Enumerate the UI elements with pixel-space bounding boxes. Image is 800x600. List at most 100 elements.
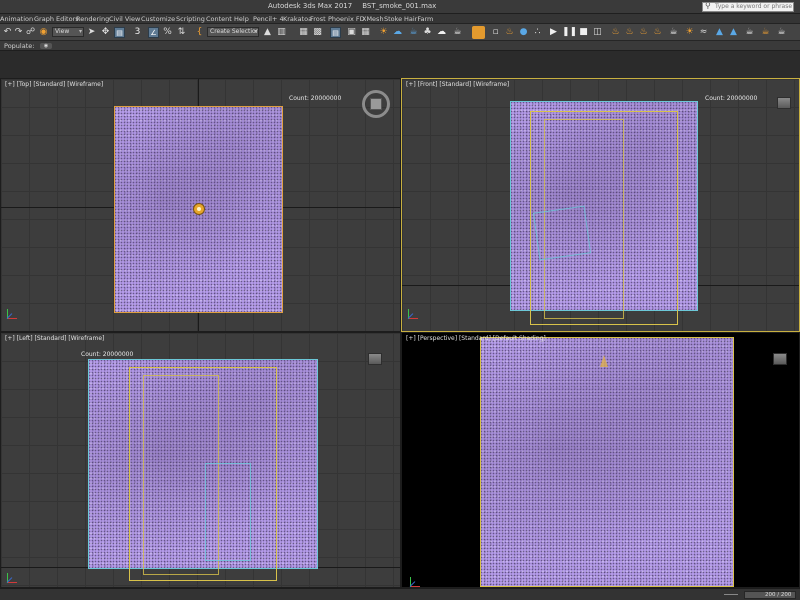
- particle-count: Count: 20000000: [81, 351, 134, 358]
- collision-object[interactable]: [205, 463, 251, 561]
- viewport-top[interactable]: [+] [Top] [Standard] [Wireframe] Count: …: [0, 78, 401, 332]
- collision-object[interactable]: [532, 205, 592, 261]
- candle-preset-icon[interactable]: ♨: [652, 27, 663, 38]
- viewport-label[interactable]: [+] [Perspective] [Standard] [Default Sh…: [406, 335, 546, 342]
- viewport-perspective[interactable]: [+] [Perspective] [Standard] [Default Sh…: [401, 332, 800, 588]
- menu-item-help[interactable]: Help: [234, 15, 249, 23]
- schematic-view-icon[interactable]: ▣: [346, 27, 357, 38]
- viewport-label[interactable]: [+] [Top] [Standard] [Wireframe]: [5, 81, 103, 88]
- undo-icon[interactable]: ↶: [2, 27, 13, 38]
- main-toolbar: ↶ ↷ ☍ ◉ View ➤ ✥ ▤ 3 ∠ % ⇅ { Create Sele…: [0, 24, 800, 41]
- viewport-label[interactable]: [+] [Left] [Standard] [Wireframe]: [5, 335, 104, 342]
- eye-icon[interactable]: ◉: [40, 43, 52, 49]
- select-by-name-icon[interactable]: ▤: [114, 27, 125, 38]
- trash-icon[interactable]: ◫: [592, 27, 603, 38]
- title-bar: Autodesk 3ds Max 2017 BST_smoke_001.max ⚲…: [0, 0, 800, 14]
- move-icon[interactable]: ✥: [100, 27, 111, 38]
- populate-label: Populate:: [4, 42, 35, 50]
- splash-preset-icon[interactable]: ▲: [728, 27, 739, 38]
- search-icon: ⚲: [705, 2, 711, 10]
- particle-count: Count: 20000000: [705, 95, 758, 102]
- world-axis-icon: [6, 569, 21, 583]
- render-cloud-icon[interactable]: ☁: [436, 27, 447, 38]
- snaps-toggle-icon[interactable]: 3: [132, 27, 143, 38]
- app-name: Autodesk 3ds Max 2017: [268, 2, 353, 10]
- viewport-front[interactable]: [+] [Front] [Standard] [Wireframe] Count…: [401, 78, 800, 332]
- pour-preset-icon[interactable]: ▲: [714, 27, 725, 38]
- menu-item-phoenix-fd[interactable]: Phoenix FD: [328, 15, 365, 23]
- coffee-preset-icon[interactable]: ☕: [760, 27, 771, 38]
- align-icon[interactable]: ▥: [276, 27, 287, 38]
- percent-snap-icon[interactable]: %: [162, 27, 173, 38]
- menu-item-pencil[interactable]: Pencil+ 4: [253, 15, 284, 23]
- light-helper-icon[interactable]: [600, 355, 608, 367]
- phoenix-source-icon[interactable]: ∴: [532, 27, 543, 38]
- menu-item-scripting[interactable]: Scripting: [176, 15, 205, 23]
- timeline-separator: [724, 594, 738, 595]
- spray-preset-icon[interactable]: ☕: [744, 27, 755, 38]
- menu-item-customize[interactable]: Customize: [141, 15, 175, 23]
- phoenix-liquid-icon[interactable]: ●: [518, 27, 529, 38]
- liquid-preset-icon[interactable]: ☕: [668, 27, 679, 38]
- emitter-helper-icon[interactable]: [193, 203, 205, 215]
- waterfall-preset-icon[interactable]: ☕: [776, 27, 787, 38]
- render-frame-button[interactable]: [472, 26, 485, 39]
- ocean-preset-icon[interactable]: ≈: [698, 27, 709, 38]
- menu-item-graph-editors[interactable]: Graph Editors: [34, 15, 79, 23]
- render-setup-icon[interactable]: ☀: [378, 27, 389, 38]
- edit-named-selection-icon[interactable]: {: [194, 27, 205, 38]
- populate-bar: Populate: ◉: [0, 41, 800, 51]
- search-placeholder: Type a keyword or phrase: [715, 3, 793, 10]
- phoenix-fire-icon[interactable]: ♨: [504, 27, 515, 38]
- fuel-preset-icon[interactable]: ☀: [684, 27, 695, 38]
- redo-icon[interactable]: ↷: [13, 27, 24, 38]
- angle-snap-icon[interactable]: ∠: [148, 27, 159, 38]
- menu-item-krakatoa[interactable]: Krakatoa: [283, 15, 312, 23]
- menu-item-stoke[interactable]: Stoke: [384, 15, 402, 23]
- viewcube-icon[interactable]: [777, 97, 791, 109]
- menu-item-hairfarm[interactable]: HairFarm: [404, 15, 433, 23]
- render-production-icon[interactable]: ☕: [408, 27, 419, 38]
- menu-item-civil-view[interactable]: Civil View: [109, 15, 140, 23]
- menu-item-rendering[interactable]: Rendering: [76, 15, 109, 23]
- particle-count: Count: 20000000: [289, 95, 342, 102]
- render-iterative-icon[interactable]: ♣: [422, 27, 433, 38]
- viewport-label[interactable]: [+] [Front] [Standard] [Wireframe]: [406, 81, 509, 88]
- viewcube-icon[interactable]: [368, 353, 382, 365]
- layer-explorer-icon[interactable]: ▦: [298, 27, 309, 38]
- search-input[interactable]: ⚲ Type a keyword or phrase: [702, 2, 794, 12]
- bind-spacewarp-icon[interactable]: ◉: [38, 27, 49, 38]
- menu-item-frost[interactable]: Frost: [310, 15, 326, 23]
- smoke-preset-icon[interactable]: ♨: [624, 27, 635, 38]
- link-icon[interactable]: ☍: [25, 27, 36, 38]
- ribbon-toggle-icon[interactable]: ▩: [312, 27, 323, 38]
- window-title: Autodesk 3ds Max 2017 BST_smoke_001.max: [268, 2, 436, 10]
- curve-editor-icon[interactable]: ▤: [330, 27, 341, 38]
- viewcube-compass-icon[interactable]: [362, 90, 390, 118]
- view-filter-dropdown[interactable]: View: [52, 27, 84, 37]
- menu-item-xmesh[interactable]: XMesh: [362, 15, 384, 23]
- rendered-frame-window-icon[interactable]: ☁: [392, 27, 403, 38]
- select-object-icon[interactable]: ➤: [86, 27, 97, 38]
- file-name: BST_smoke_001.max: [362, 2, 437, 10]
- time-slider-frame[interactable]: 200 / 200: [744, 591, 796, 599]
- world-axis-icon: [409, 573, 424, 587]
- phoenix-grid-icon[interactable]: ▫: [490, 27, 501, 38]
- material-editor-icon[interactable]: ▦: [360, 27, 371, 38]
- world-axis-icon: [6, 305, 21, 319]
- menu-item-animation[interactable]: Animation: [0, 15, 33, 23]
- explosion-preset-icon[interactable]: ♨: [638, 27, 649, 38]
- selection-set-dropdown[interactable]: Create Selection Se: [207, 27, 259, 37]
- play-icon[interactable]: ▶: [548, 27, 559, 38]
- spinner-snap-icon[interactable]: ⇅: [176, 27, 187, 38]
- stop-icon[interactable]: ■: [578, 27, 589, 38]
- viewcube-icon[interactable]: [773, 353, 787, 365]
- status-bar: 200 / 200: [0, 588, 800, 600]
- render-shortcut-icon[interactable]: ☕: [452, 27, 463, 38]
- simulator-bounds[interactable]: [480, 337, 734, 587]
- mirror-icon[interactable]: ▲: [262, 27, 273, 38]
- pause-icon[interactable]: ❚❚: [562, 27, 577, 38]
- viewport-left[interactable]: [+] [Left] [Standard] [Wireframe] Count:…: [0, 332, 401, 588]
- menu-item-content[interactable]: Content: [206, 15, 232, 23]
- fire-preset-icon[interactable]: ♨: [610, 27, 621, 38]
